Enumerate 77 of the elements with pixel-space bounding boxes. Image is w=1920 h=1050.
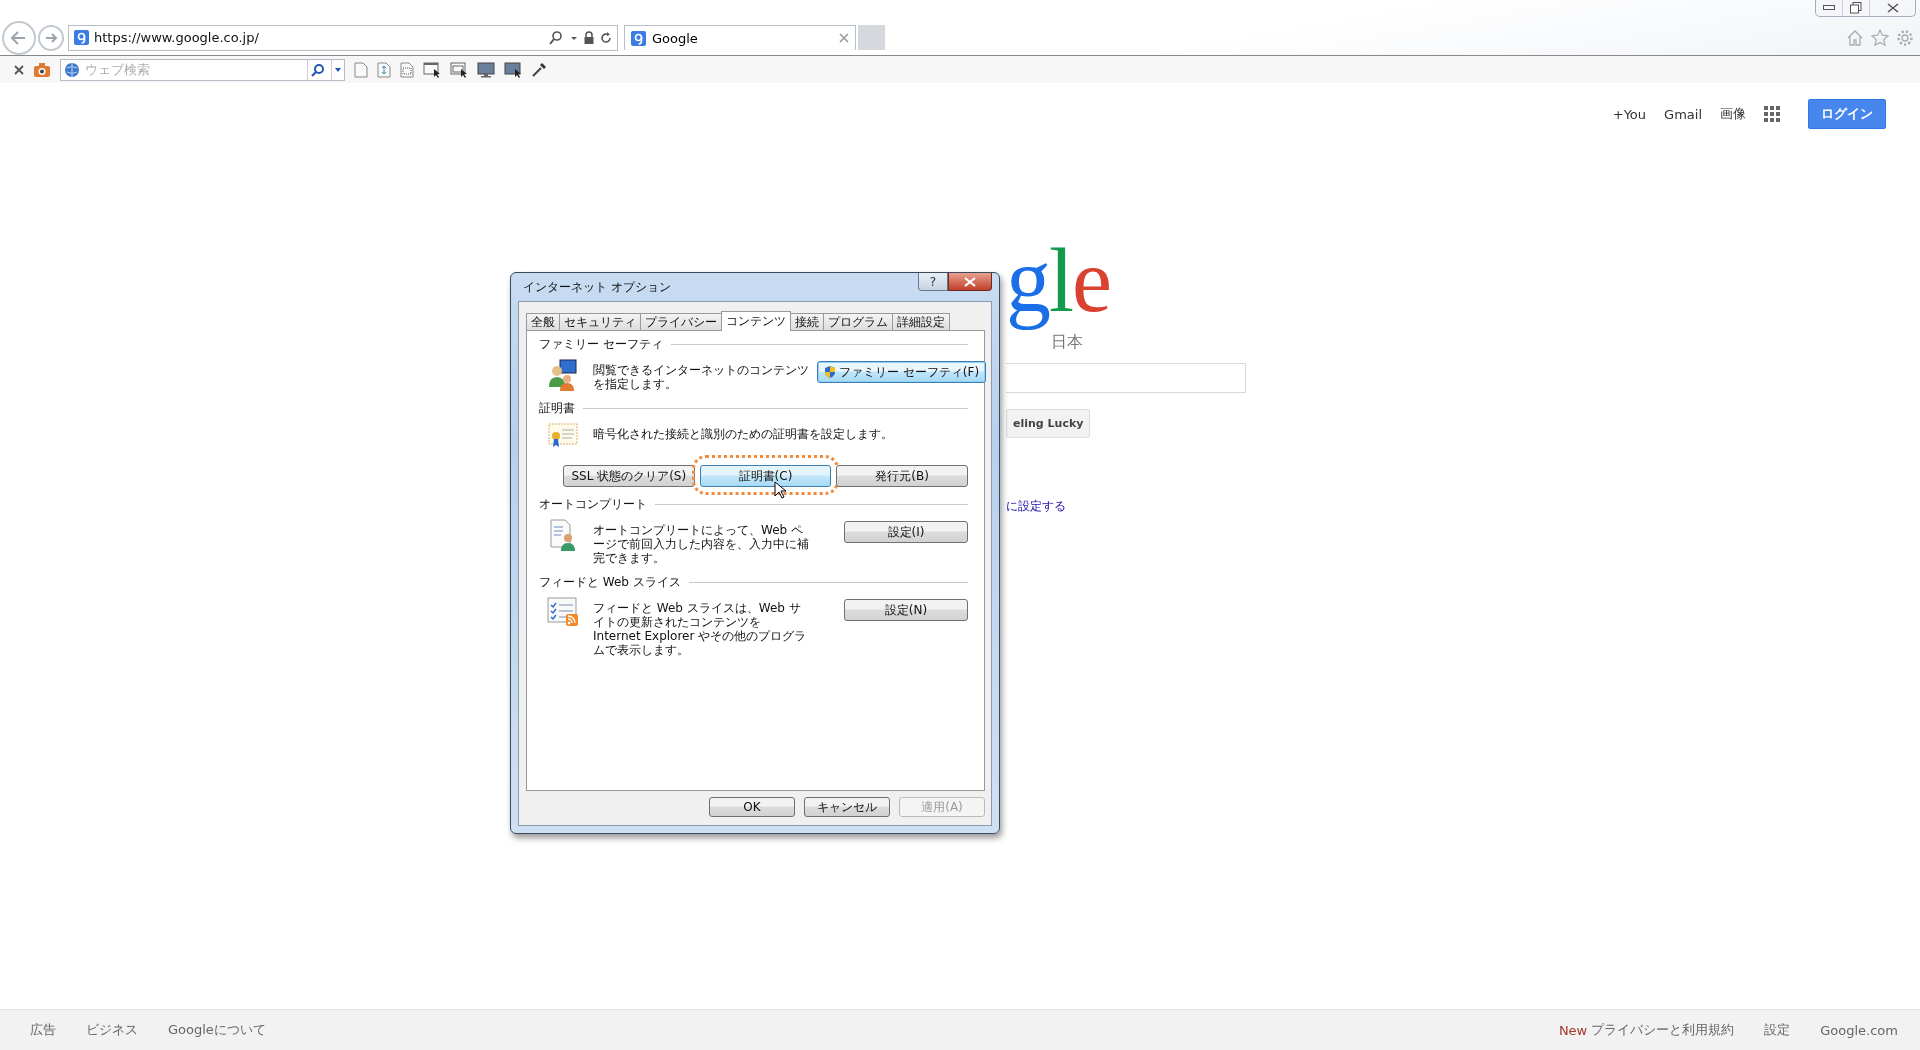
section-heading: ファミリー セーフティ <box>539 335 663 353</box>
favicon-icon <box>74 30 89 45</box>
eyedropper-icon[interactable] <box>531 61 547 78</box>
dialog-button[interactable]: SSL 状態のクリア(S) <box>563 465 695 487</box>
section-heading: オートコンプリート <box>539 495 647 513</box>
dialog-tab[interactable]: セキュリティ <box>559 313 641 330</box>
search-icon <box>311 62 325 77</box>
dialog-button[interactable]: OK <box>709 797 795 817</box>
section-description: 閲覧できるインターネットのコンテンツを指定します。 <box>593 362 810 391</box>
new-label: New <box>1558 1022 1588 1038</box>
section-heading: 証明書 <box>539 399 575 417</box>
globe-icon[interactable] <box>64 61 80 78</box>
dialog-title: インターネット オプション <box>522 278 671 296</box>
web-search-field[interactable]: ウェブ検索 <box>60 58 345 81</box>
address-bar[interactable]: https://www.google.co.jp/ <box>68 24 618 51</box>
section-description: 暗号化された接続と識別のための証明書を設定します。 <box>593 426 894 441</box>
back-button[interactable] <box>2 20 36 55</box>
dialog-tab[interactable]: 全般 <box>526 313 560 330</box>
header-link[interactable]: Gmail <box>1664 106 1702 122</box>
footer-link[interactable]: プライバシーと利用規約 <box>1591 1021 1735 1039</box>
url-text: https://www.google.co.jp/ <box>94 30 260 45</box>
window-select-icon[interactable] <box>450 61 468 78</box>
header-link[interactable]: +You <box>1612 106 1647 122</box>
dialog-tab[interactable]: プログラム <box>823 313 893 330</box>
tab-title: Google <box>652 30 699 46</box>
search-field[interactable] <box>1006 363 1246 393</box>
google-logo: gle <box>1006 230 1110 332</box>
help-button[interactable]: ? <box>918 273 948 291</box>
section-heading: フィードと Web スライス <box>539 573 681 591</box>
dropdown-button[interactable] <box>331 59 344 80</box>
close-icon[interactable] <box>14 64 24 75</box>
apps-grid-icon[interactable] <box>1764 106 1780 122</box>
login-button[interactable]: ログイン <box>1808 99 1886 129</box>
dialog-tab[interactable]: 詳細設定 <box>892 313 950 330</box>
dialog-tab[interactable]: プライバシー <box>640 313 722 330</box>
dialog-button[interactable]: 設定(I) <box>844 521 968 543</box>
footer-link[interactable]: Googleについて <box>168 1021 266 1039</box>
document-user-icon <box>549 519 577 551</box>
dialog-tab[interactable]: 接続 <box>790 313 824 330</box>
dialog-button[interactable]: 設定(N) <box>844 599 968 621</box>
footer-link[interactable]: ビジネス <box>86 1021 138 1039</box>
window-pointer-icon[interactable] <box>423 61 441 78</box>
close-button[interactable] <box>948 273 992 291</box>
footer-link[interactable]: Google.com <box>1820 1022 1898 1038</box>
feed-list-icon <box>547 597 579 627</box>
homepage-link[interactable]: に設定する <box>1006 498 1066 515</box>
lock-icon[interactable] <box>583 30 595 45</box>
lucky-button[interactable]: eling Lucky <box>1006 409 1091 438</box>
page-refresh-icon[interactable] <box>377 61 391 78</box>
forward-button[interactable] <box>38 24 64 51</box>
monitor-pointer-icon[interactable] <box>504 61 522 78</box>
footer-link[interactable]: 設定 <box>1764 1021 1791 1039</box>
dialog-button[interactable]: ファミリー セーフティ(F) <box>817 361 987 383</box>
family-users-icon <box>548 359 578 391</box>
close-icon <box>1886 3 1899 13</box>
browser-tab[interactable]: Google <box>624 25 856 50</box>
favicon-icon <box>631 30 646 46</box>
search-icon[interactable] <box>549 30 565 45</box>
mouse-cursor-icon <box>773 481 786 499</box>
dialog-button[interactable]: 発行元(B) <box>836 465 968 487</box>
star-icon[interactable] <box>1871 28 1889 47</box>
dialog-button[interactable]: 証明書(C) <box>699 465 832 487</box>
refresh-icon[interactable] <box>600 30 612 45</box>
caret-icon <box>334 66 342 73</box>
certificate-icon <box>548 423 578 449</box>
camera-icon[interactable] <box>33 61 51 78</box>
header-link[interactable]: 画像 <box>1720 105 1746 123</box>
shield-icon <box>824 365 836 379</box>
logo-region-label: 日本 <box>1051 333 1084 351</box>
dialog-button[interactable]: キャンセル <box>804 797 890 817</box>
dialog-tab[interactable]: コンテンツ <box>721 311 791 331</box>
close-icon <box>964 276 976 287</box>
monitor-icon[interactable] <box>477 61 495 78</box>
minimize-icon <box>1823 5 1835 11</box>
section-description: フィードと Web スライスは、Web サイトの更新されたコンテンツを Internet Explorer やその他のプログラムで表示します。 <box>593 600 808 657</box>
section-description: オートコンプリートによって、Web ページで前回入力した内容を、入力中に補完できます。 <box>593 522 810 565</box>
footer-link[interactable]: 広告 <box>30 1021 56 1039</box>
